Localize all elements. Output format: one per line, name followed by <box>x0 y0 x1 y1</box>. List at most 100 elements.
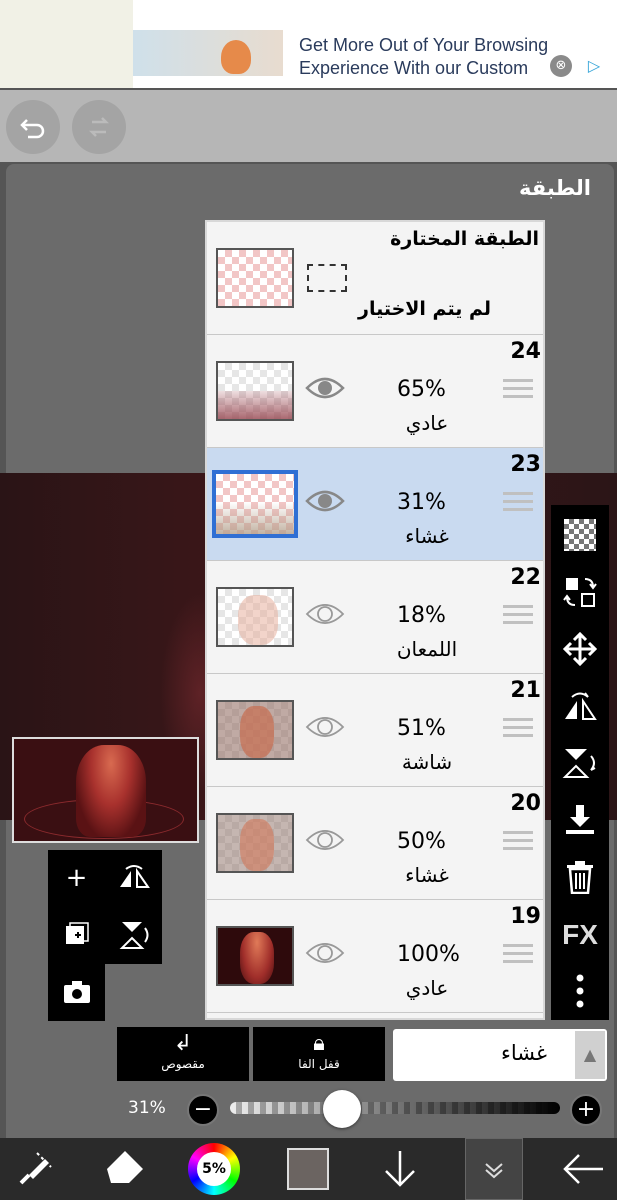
layer-row-21[interactable]: 21 51% شاشة <box>207 674 543 787</box>
ad-content[interactable]: Get More Out of Your Browsing Experience… <box>133 0 617 88</box>
layer-blend-mode: عادي <box>405 976 449 1000</box>
swap-icon <box>563 578 597 607</box>
shape-tool-button[interactable] <box>90 1138 160 1200</box>
layer-opacity: 51% <box>397 716 446 741</box>
selection-status: لم يتم الاختيار <box>358 298 491 320</box>
flip-vertical-button[interactable] <box>551 735 609 792</box>
ad-close-icon[interactable]: ⊗ <box>550 55 572 77</box>
back-button[interactable] <box>548 1138 617 1200</box>
brush-size-label: 5% <box>197 1152 231 1186</box>
arrow-down-icon <box>385 1151 415 1187</box>
ad-image[interactable] <box>133 30 283 76</box>
visibility-eye-icon[interactable] <box>305 714 345 740</box>
redo-button[interactable] <box>72 100 126 154</box>
layer-number: 19 <box>510 904 541 929</box>
flip-h-icon <box>565 692 597 720</box>
layer-number: 24 <box>510 339 541 364</box>
drag-handle-icon[interactable] <box>503 379 533 401</box>
merge-down-button[interactable] <box>551 792 609 849</box>
layer-thumbnail <box>216 926 294 986</box>
flip-vertical-icon <box>119 922 148 949</box>
layer-row-24[interactable]: 24 65% عادي <box>207 335 543 448</box>
clipping-button[interactable]: ↲ مقصوص <box>117 1027 249 1081</box>
plus-icon: + <box>65 863 88 893</box>
layer-opacity: 31% <box>397 490 446 515</box>
layer-thumbnail <box>212 470 298 538</box>
drag-handle-icon[interactable] <box>503 831 533 853</box>
layer-opacity: 65% <box>397 377 446 402</box>
drag-handle-icon[interactable] <box>503 944 533 966</box>
opacity-decrease-button[interactable]: − <box>187 1094 219 1126</box>
layer-number: 22 <box>510 565 541 590</box>
brush-eraser-icon <box>19 1152 52 1185</box>
drag-handle-icon[interactable] <box>503 718 533 740</box>
visibility-eye-icon[interactable] <box>305 940 345 966</box>
drag-handle-icon[interactable] <box>503 492 533 514</box>
caret-up-icon: ▲ <box>575 1031 605 1079</box>
visibility-eye-icon[interactable] <box>305 601 345 627</box>
selection-layer-row[interactable]: الطبقة المختارة لم يتم الاختيار <box>207 222 543 335</box>
add-layer-icon <box>65 922 89 944</box>
flip-layer-v-button[interactable] <box>105 907 162 964</box>
tool-select-button[interactable] <box>0 1138 70 1200</box>
camera-icon <box>63 981 90 1003</box>
move-icon <box>562 631 598 667</box>
transparent-fill-button[interactable] <box>551 507 609 564</box>
clipping-label: مقصوص <box>161 1057 205 1071</box>
layer-row-20[interactable]: 20 50% غشاء <box>207 787 543 900</box>
alpha-lock-label: قفل الفا <box>298 1057 340 1071</box>
layer-thumbnail <box>216 361 294 421</box>
flip-horizontal-icon <box>119 865 150 888</box>
more-options-button[interactable] <box>551 963 609 1020</box>
undo-button[interactable] <box>6 100 60 154</box>
canvas-preview[interactable] <box>12 737 199 843</box>
left-tool-grid: + <box>48 850 163 1022</box>
add-layer-button[interactable]: + <box>48 850 105 907</box>
layer-thumbnail <box>216 700 294 760</box>
layer-opacity: 100% <box>397 942 460 967</box>
blend-mode-select[interactable]: غشاء ▲ <box>393 1029 607 1081</box>
lock-icon: 🔒︎ <box>313 1031 325 1056</box>
layer-number: 23 <box>510 452 541 477</box>
current-color-swatch[interactable] <box>287 1148 329 1190</box>
right-tool-column: FX <box>551 505 609 1020</box>
layer-blend-mode: اللمعان <box>396 637 458 661</box>
visibility-eye-icon[interactable] <box>305 488 345 514</box>
flip-layer-h-button[interactable] <box>105 850 162 907</box>
layer-row-19[interactable]: 19 100% عادي <box>207 900 543 1013</box>
add-special-layer-button[interactable] <box>48 907 105 964</box>
more-icon <box>576 974 584 1008</box>
swap-layer-button[interactable] <box>551 564 609 621</box>
move-layer-button[interactable] <box>551 621 609 678</box>
visibility-eye-icon[interactable] <box>305 827 345 853</box>
eraser-shape-icon <box>107 1151 143 1183</box>
flip-horizontal-button[interactable] <box>551 678 609 735</box>
fx-icon[interactable]: FX <box>551 906 609 963</box>
selection-thumbnail <box>216 248 294 308</box>
layer-number: 21 <box>510 678 541 703</box>
layer-opacity: 50% <box>397 829 446 854</box>
selection-layer-title: الطبقة المختارة <box>390 228 539 250</box>
panel-title: الطبقة <box>519 176 591 200</box>
merge-down-icon <box>566 805 594 834</box>
color-picker-button[interactable]: 5% <box>188 1143 240 1195</box>
checker-icon <box>564 519 596 551</box>
delete-layer-button[interactable] <box>551 849 609 906</box>
opacity-increase-button[interactable]: + <box>570 1094 602 1126</box>
layers-list[interactable]: الطبقة المختارة لم يتم الاختيار 24 65% ع… <box>205 220 545 1020</box>
opacity-slider-track[interactable] <box>230 1102 560 1114</box>
layers-toggle-button[interactable] <box>465 1138 523 1200</box>
ad-choices-icon[interactable]: ▷ <box>583 55 605 77</box>
import-photo-button[interactable] <box>48 964 105 1021</box>
layer-row-22[interactable]: 22 18% اللمعان <box>207 561 543 674</box>
flip-v-icon <box>562 749 596 778</box>
layer-number: 20 <box>510 791 541 816</box>
alpha-lock-button[interactable]: 🔒︎ قفل الفا <box>253 1027 385 1081</box>
layer-opacity: 18% <box>397 603 446 628</box>
layer-row-23[interactable]: 23 31% غشاء <box>207 448 543 561</box>
download-button[interactable] <box>365 1138 435 1200</box>
visibility-eye-icon[interactable] <box>305 375 345 401</box>
trash-icon <box>567 861 593 895</box>
drag-handle-icon[interactable] <box>503 605 533 627</box>
ad-banner[interactable]: Get More Out of Your Browsing Experience… <box>0 0 617 88</box>
